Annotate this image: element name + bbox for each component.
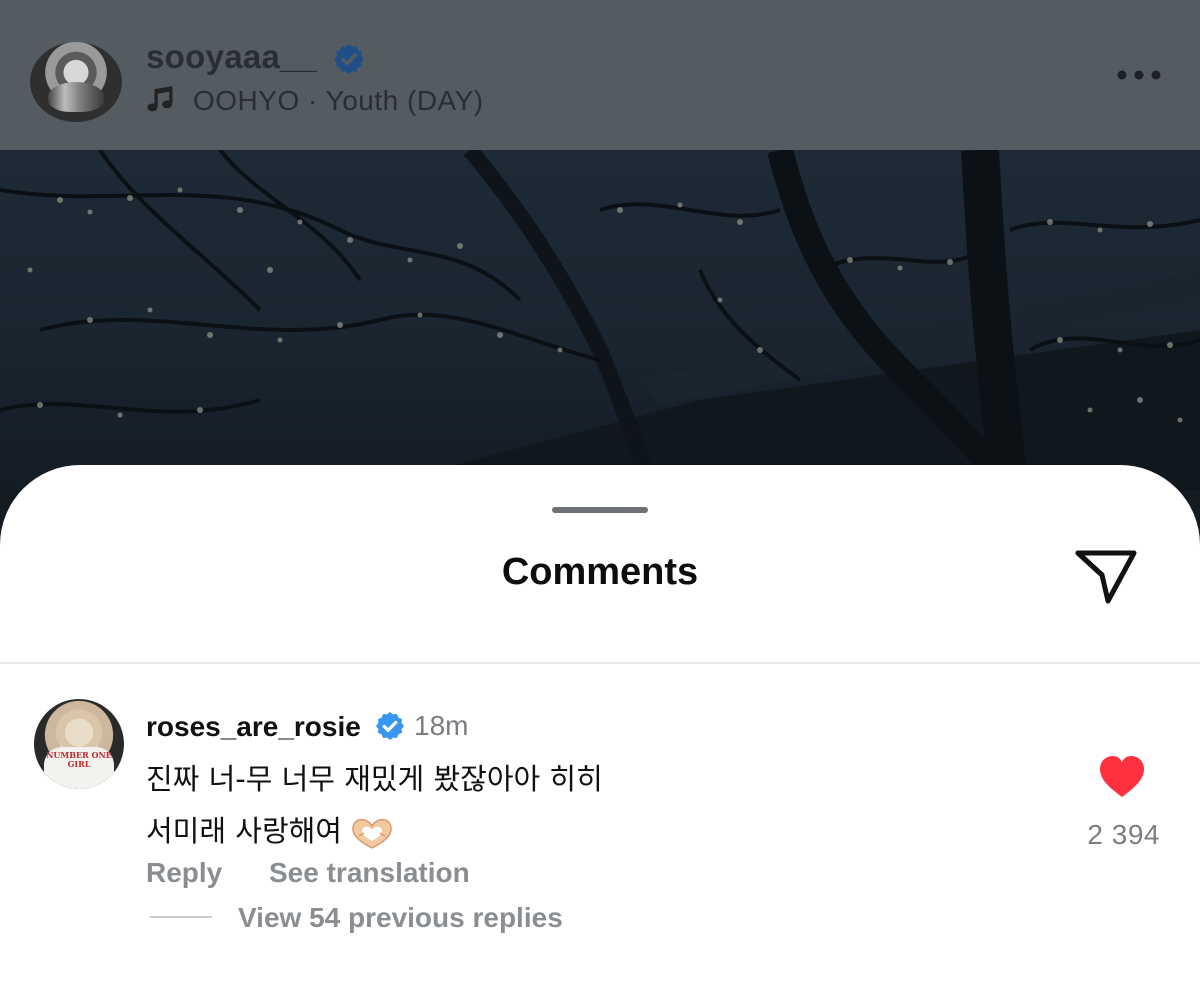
header-divider xyxy=(0,662,1200,664)
replies-thread-line xyxy=(150,916,212,918)
comment-text-line-2: 서미래 사랑해여 xyxy=(146,814,342,848)
music-note-icon xyxy=(147,86,173,112)
verified-badge-icon xyxy=(334,44,364,74)
avatar-shirt-text: NUMBER ONE GIRL xyxy=(46,750,112,769)
comment-text-line-2-wrap: 서미래 사랑해여 xyxy=(146,805,603,857)
reply-button[interactable]: Reply xyxy=(146,857,222,889)
music-track-label[interactable]: OOHYO · Youth (DAY) xyxy=(193,85,484,117)
comment-text-line-1: 진짜 너-무 너무 재밌게 봤잖아아 히히 xyxy=(146,762,603,796)
heart-hands-emoji-icon xyxy=(352,818,392,849)
more-options-icon[interactable] xyxy=(1116,68,1162,82)
like-heart-icon[interactable] xyxy=(1098,755,1146,799)
post-author-avatar[interactable] xyxy=(30,42,122,122)
comments-sheet: Comments NUMBER ONE GIRL roses_are_rosie… xyxy=(0,465,1200,985)
post-image xyxy=(0,150,1200,490)
comment-timestamp: 18m xyxy=(414,710,469,741)
see-translation-button[interactable]: See translation xyxy=(269,857,470,889)
comments-title: Comments xyxy=(501,551,699,593)
post-header: sooyaaa__ OOHYO · Youth (DAY) xyxy=(0,0,1200,150)
commenter-avatar[interactable]: NUMBER ONE GIRL xyxy=(34,699,124,789)
post-author-username[interactable]: sooyaaa__ xyxy=(146,38,318,76)
comment-text: 진짜 너-무 너무 재밌게 봤잖아아 히히 서미래 사랑해여 xyxy=(146,753,603,857)
sheet-drag-handle[interactable] xyxy=(552,507,648,513)
avatar-hair-shape xyxy=(52,705,106,751)
blossom-tree-photo xyxy=(0,150,1200,490)
verified-badge-icon xyxy=(376,712,404,740)
paper-plane-icon[interactable] xyxy=(1072,545,1140,607)
view-replies-button[interactable]: View 54 previous replies xyxy=(238,902,563,934)
like-count: 2 394 xyxy=(1087,819,1160,850)
comment-username[interactable]: roses_are_rosie xyxy=(146,711,361,743)
avatar-shirt: NUMBER ONE GIRL xyxy=(44,747,114,789)
